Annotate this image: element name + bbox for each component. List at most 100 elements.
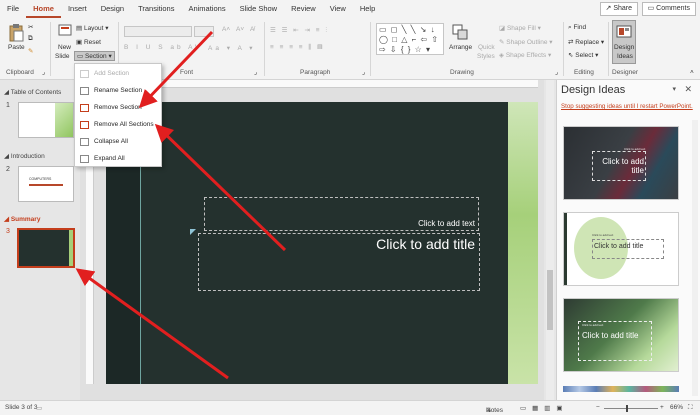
arrange-icon[interactable] (452, 24, 468, 40)
font-size-select[interactable] (194, 26, 214, 37)
paste-icon[interactable] (8, 24, 24, 42)
reset-button[interactable]: ▣ Reset (76, 38, 101, 46)
group-font-label: Font (180, 69, 194, 76)
thumb-3-band (69, 230, 73, 266)
paste-button[interactable]: Paste (8, 44, 25, 51)
tab-transitions[interactable]: Transitions (131, 0, 181, 18)
tab-home[interactable]: Home (26, 0, 61, 18)
view-buttons[interactable]: ▭▦▥▣ (520, 404, 569, 412)
slide-thumbnail-3[interactable] (17, 228, 75, 268)
copy-icon[interactable]: ⧉ (28, 35, 33, 43)
tab-animations[interactable]: Animations (181, 0, 232, 18)
select-button[interactable]: ⇖ Select ▾ (568, 51, 598, 59)
shrink-font-icon[interactable]: A˅ (236, 26, 244, 33)
section-table-of-contents[interactable]: ◢ Table of Contents (4, 88, 61, 96)
cut-icon[interactable]: ✂ (28, 23, 33, 31)
idea-1-subtitle: Click to add text (624, 147, 646, 151)
font-launcher-icon[interactable]: ⌟ (254, 68, 257, 76)
clear-format-icon[interactable]: A̸ (250, 26, 254, 33)
menu-collapse-all[interactable]: Collapse All (75, 133, 161, 150)
editor-scrollbar[interactable] (546, 80, 554, 400)
tab-file[interactable]: File (0, 0, 26, 18)
align-icons[interactable]: ≡ ≡ ≡ ≡ ⫼ ▤ (270, 44, 324, 52)
quick-styles-label[interactable]: Quick (478, 44, 495, 51)
stop-suggesting-link[interactable]: Stop suggesting ideas until I restart Po… (561, 103, 693, 110)
section-introduction[interactable]: ◢ Introduction (4, 152, 45, 160)
drawing-launcher-icon[interactable]: ⌟ (555, 68, 558, 76)
menu-rename-section[interactable]: Rename Section (75, 82, 161, 99)
layout-button[interactable]: ▤ Layout ▾ (76, 24, 109, 32)
format-painter-icon[interactable]: ✎ (28, 47, 33, 55)
zoom-out-icon[interactable]: − (596, 404, 600, 411)
group-designer-label: Designer (612, 69, 639, 76)
collapse-triangle-icon: ◢ (4, 216, 11, 223)
slide-right-band (508, 102, 538, 384)
group-divider (50, 22, 51, 76)
paragraph-launcher-icon[interactable]: ⌟ (362, 68, 365, 76)
menu-add-section[interactable]: Add Section (75, 65, 161, 82)
scrollbar-thumb[interactable] (547, 270, 553, 330)
new-slide-icon[interactable] (58, 24, 72, 38)
new-slide-label-2[interactable]: Slide (55, 53, 69, 60)
tab-insert[interactable]: Insert (61, 0, 94, 18)
rename-section-icon (80, 86, 89, 95)
shape-fill-button[interactable]: ◪ Shape Fill ▾ (499, 24, 541, 32)
tab-help[interactable]: Help (353, 0, 382, 18)
remove-all-sections-icon (80, 120, 89, 129)
menu-remove-all-sections[interactable]: Remove All Sections (75, 116, 161, 133)
collapse-triangle-icon: ◢ (4, 153, 11, 160)
subtitle-placeholder-text: Click to add text (418, 219, 475, 228)
font-name-select[interactable] (124, 26, 192, 37)
zoom-slider-thumb[interactable] (626, 405, 628, 412)
font-color-icons[interactable]: Aa ▾ A ▾ (208, 44, 256, 52)
font-style-icons[interactable]: B I U S ab AV (124, 44, 202, 51)
clipboard-launcher-icon[interactable]: ⌟ (42, 68, 45, 76)
section-summary[interactable]: ◢ Summary (4, 215, 40, 223)
design-ideas-title: Design Ideas (561, 84, 626, 96)
subtitle-placeholder[interactable]: Click to add text (204, 197, 479, 231)
arrange-label[interactable]: Arrange (449, 44, 472, 51)
slide-thumbnail-2[interactable]: COMPUTERS (18, 166, 74, 202)
shapes-gallery[interactable]: ▭ ◻ ╲ ╲ ↘ ↓ ◯ □ △ ⌐ ⇦ ⇧ ⇨ ⇩ { } ☆ ▾ (376, 23, 444, 55)
accessibility-icon[interactable]: ▭ (36, 404, 42, 412)
replace-button[interactable]: ⇄ Replace ▾ (568, 38, 604, 46)
section-icon: ▭ (77, 53, 85, 60)
close-icon[interactable]: ✕ (684, 84, 692, 95)
design-idea-4-partial[interactable] (563, 386, 679, 392)
design-idea-3[interactable]: Click to add text Click to add title (563, 298, 679, 372)
group-paragraph-label: Paragraph (300, 69, 331, 76)
slide-canvas[interactable]: Click to add text Click to add title (106, 102, 538, 384)
section-button[interactable]: ▭ Section ▾ (74, 51, 115, 61)
quick-styles-label-2[interactable]: Styles (477, 53, 495, 60)
fit-slide-icon[interactable]: ⛶ (688, 404, 693, 412)
share-button[interactable]: ↗ Share (599, 2, 638, 16)
shape-outline-button[interactable]: ✎ Shape Outline ▾ (499, 38, 553, 46)
collapse-ribbon-icon[interactable]: ˄ (690, 69, 694, 76)
menu-expand-all[interactable]: Expand All (75, 150, 161, 167)
shape-effects-button[interactable]: ◈ Shape Effects ▾ (499, 51, 551, 59)
group-divider (608, 22, 609, 76)
slide-thumbnail-1[interactable] (18, 102, 74, 138)
chevron-down-icon[interactable]: ▾ (672, 85, 676, 93)
zoom-slider[interactable] (604, 408, 658, 409)
tab-design[interactable]: Design (94, 0, 131, 18)
menu-remove-section[interactable]: Remove Section (75, 99, 161, 116)
grow-font-icon[interactable]: A˄ (222, 26, 230, 33)
design-idea-1[interactable]: Click to add text Click to add title (563, 126, 679, 200)
fill-icon: ◪ (499, 25, 507, 32)
zoom-level[interactable]: 66% (670, 404, 683, 411)
collapse-all-icon (80, 137, 89, 146)
tab-view[interactable]: View (323, 0, 353, 18)
comments-button[interactable]: ▭ Comments (641, 2, 696, 16)
tab-review[interactable]: Review (284, 0, 323, 18)
design-idea-2[interactable]: Click to add text Click to add title (563, 212, 679, 286)
add-section-icon (80, 69, 89, 78)
list-icons[interactable]: ☰ ☰ ⇤ ⇥ ≡ ⫶ (270, 26, 329, 35)
slide-number: 1 (6, 102, 10, 109)
design-pane-scrollbar[interactable] (692, 120, 698, 396)
tab-slide-show[interactable]: Slide Show (233, 0, 285, 18)
find-button[interactable]: ⌕ Find (568, 24, 586, 32)
title-placeholder[interactable]: Click to add title (198, 233, 480, 291)
zoom-in-icon[interactable]: + (660, 404, 664, 411)
new-slide-label[interactable]: New (58, 44, 71, 51)
